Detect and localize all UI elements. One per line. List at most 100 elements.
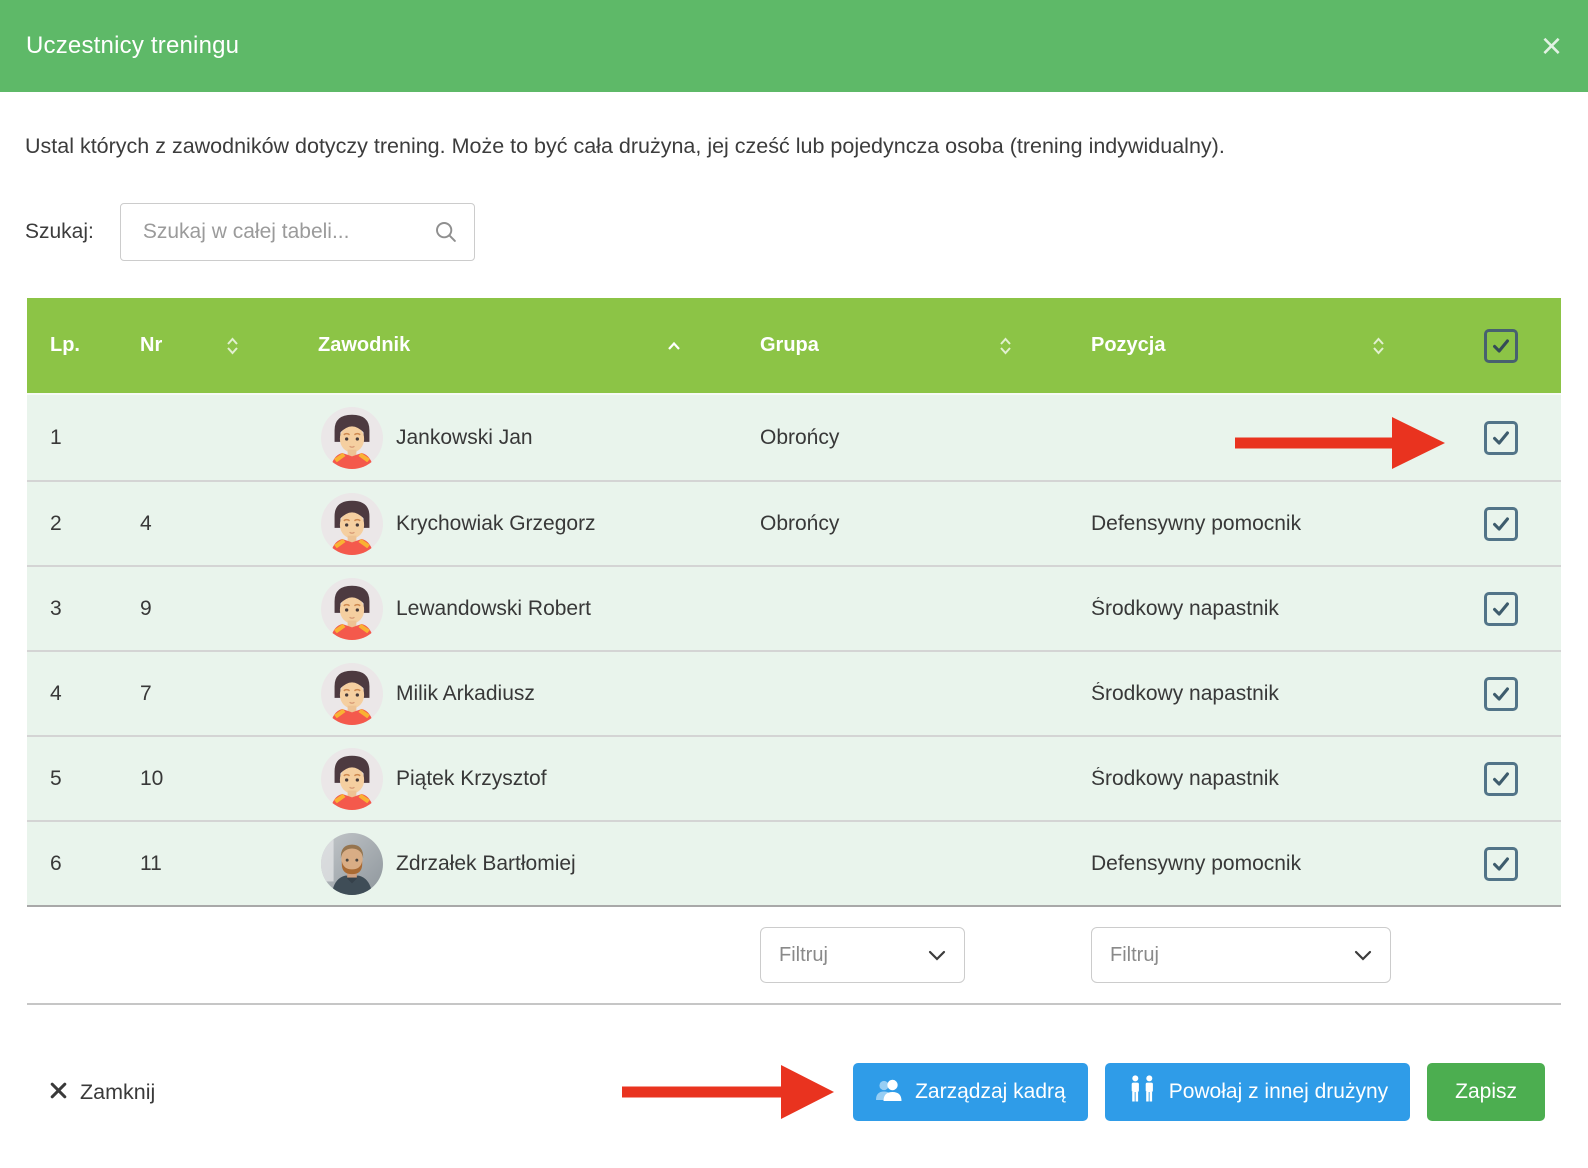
cell-player: Zdrzałek Bartłomiej <box>295 833 737 895</box>
cell-lp: 3 <box>27 597 117 621</box>
table-row: 2 4 Krychowiak Grzegorz Obrońcy Defensyw… <box>27 480 1561 565</box>
cell-nr: 4 <box>117 512 295 536</box>
cell-position: Środkowy napastnik <box>1068 682 1441 706</box>
cell-lp: 4 <box>27 682 117 706</box>
search-icon <box>433 219 459 250</box>
row-checkbox[interactable] <box>1484 592 1518 626</box>
select-all-cell <box>1441 329 1561 363</box>
call-up-label: Powołaj z innej drużyny <box>1169 1080 1388 1104</box>
call-up-button[interactable]: Powołaj z innej drużyny <box>1105 1063 1410 1121</box>
close-x-icon <box>50 1080 67 1105</box>
cell-player: Lewandowski Robert <box>295 578 737 640</box>
column-header-zawodnik[interactable]: Zawodnik <box>295 334 737 357</box>
cell-checkbox <box>1441 592 1561 626</box>
group-filter-label: Filtruj <box>779 944 828 967</box>
player-name: Milik Arkadiusz <box>396 682 535 706</box>
select-all-checkbox[interactable] <box>1484 329 1518 363</box>
cell-nr: 7 <box>117 682 295 706</box>
cell-player: Krychowiak Grzegorz <box>295 493 737 555</box>
cell-position: Środkowy napastnik <box>1068 767 1441 791</box>
cell-checkbox <box>1441 762 1561 796</box>
table-row: 1 Jankowski Jan Obrońcy <box>27 395 1561 480</box>
sort-icon <box>1372 337 1385 355</box>
cell-player: Jankowski Jan <box>295 407 737 469</box>
search-row: Szukaj: <box>25 203 1588 261</box>
table-row: 4 7 Milik Arkadiusz Środkowy napastnik <box>27 650 1561 735</box>
modal-description: Ustal których z zawodników dotyczy treni… <box>25 133 1561 159</box>
group-filter-dropdown[interactable]: Filtruj <box>760 927 965 983</box>
save-label: Zapisz <box>1455 1080 1517 1104</box>
player-name: Krychowiak Grzegorz <box>396 512 596 536</box>
cell-nr: 9 <box>117 597 295 621</box>
cell-position: Defensywny pomocnik <box>1068 512 1441 536</box>
column-header-pozycja[interactable]: Pozycja <box>1068 334 1441 357</box>
row-checkbox[interactable] <box>1484 762 1518 796</box>
search-input[interactable] <box>120 203 475 261</box>
cell-player: Piątek Krzysztof <box>295 748 737 810</box>
cell-checkbox <box>1441 677 1561 711</box>
table-row: 3 9 Lewandowski Robert Środkowy napastni… <box>27 565 1561 650</box>
manage-squad-button[interactable]: Zarządzaj kadrą <box>853 1063 1088 1121</box>
column-header-lp: Lp. <box>27 334 117 357</box>
cell-nr: 11 <box>117 852 295 876</box>
player-name: Piątek Krzysztof <box>396 767 547 791</box>
cell-player: Milik Arkadiusz <box>295 663 737 725</box>
close-label: Zamknij <box>80 1080 155 1105</box>
modal-title: Uczestnicy treningu <box>26 32 239 60</box>
participants-table: Lp. Nr Zawodnik Grupa <box>27 298 1561 1005</box>
player-avatar-icon <box>321 407 383 469</box>
chevron-down-icon <box>928 944 946 967</box>
close-icon[interactable]: × <box>1541 28 1562 64</box>
position-filter-dropdown[interactable]: Filtruj <box>1091 927 1391 983</box>
cell-checkbox <box>1441 421 1561 455</box>
player-photo-avatar <box>321 833 383 895</box>
cell-position: Środkowy napastnik <box>1068 597 1441 621</box>
modal-header: Uczestnicy treningu × <box>0 0 1588 92</box>
table-row: 6 11 Zdrzałek Bartłomiej Defensywny pomo… <box>27 820 1561 905</box>
search-field-wrapper <box>120 203 475 261</box>
column-header-zawodnik-label: Zawodnik <box>318 334 410 357</box>
cell-lp: 6 <box>27 852 117 876</box>
close-modal-link[interactable]: Zamknij <box>50 1080 155 1105</box>
row-checkbox[interactable] <box>1484 421 1518 455</box>
cell-checkbox <box>1441 507 1561 541</box>
cell-nr: 10 <box>117 767 295 791</box>
column-header-pozycja-label: Pozycja <box>1091 334 1165 357</box>
users-icon <box>875 1076 904 1108</box>
player-avatar-icon <box>321 493 383 555</box>
table-header: Lp. Nr Zawodnik Grupa <box>27 298 1561 395</box>
sort-icon <box>999 337 1012 355</box>
player-avatar-icon <box>321 663 383 725</box>
cell-group: Obrońcy <box>737 426 1068 450</box>
cell-lp: 1 <box>27 426 117 450</box>
manage-squad-label: Zarządzaj kadrą <box>915 1080 1066 1104</box>
player-name: Zdrzałek Bartłomiej <box>396 852 576 876</box>
table-filter-row: Filtruj Filtruj <box>27 905 1561 1005</box>
cell-lp: 5 <box>27 767 117 791</box>
player-avatar-icon <box>321 578 383 640</box>
column-header-grupa-label: Grupa <box>760 334 819 357</box>
position-filter-label: Filtruj <box>1110 944 1159 967</box>
player-avatar-icon <box>321 748 383 810</box>
two-people-icon <box>1127 1075 1158 1109</box>
player-name: Jankowski Jan <box>396 426 533 450</box>
column-header-grupa[interactable]: Grupa <box>737 334 1068 357</box>
column-header-nr[interactable]: Nr <box>117 334 295 357</box>
chevron-down-icon <box>1354 944 1372 967</box>
participants-modal: Uczestnicy treningu × Ustal których z za… <box>0 0 1588 1168</box>
column-header-nr-label: Nr <box>140 334 162 357</box>
row-checkbox[interactable] <box>1484 507 1518 541</box>
cell-lp: 2 <box>27 512 117 536</box>
row-checkbox[interactable] <box>1484 847 1518 881</box>
modal-footer: Zamknij Zarządzaj kadrą Powołaj z innej … <box>27 1063 1561 1121</box>
footer-buttons: Zarządzaj kadrą Powołaj z innej drużyny … <box>853 1063 1545 1121</box>
table-row: 5 10 Piątek Krzysztof Środkowy napastnik <box>27 735 1561 820</box>
cell-group: Obrońcy <box>737 512 1068 536</box>
cell-position: Defensywny pomocnik <box>1068 852 1441 876</box>
sort-icon <box>226 337 239 355</box>
save-button[interactable]: Zapisz <box>1427 1063 1545 1121</box>
row-checkbox[interactable] <box>1484 677 1518 711</box>
sort-asc-icon <box>667 341 681 350</box>
cell-checkbox <box>1441 847 1561 881</box>
player-name: Lewandowski Robert <box>396 597 591 621</box>
